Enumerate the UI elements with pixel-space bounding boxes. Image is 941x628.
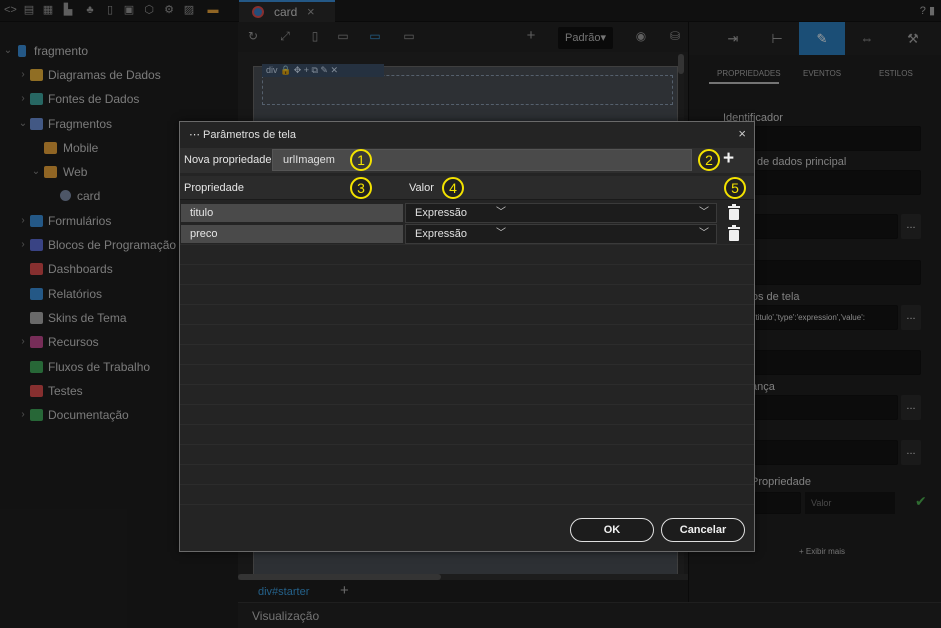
chevron-down-icon[interactable]: ﹀	[699, 204, 709, 222]
property-name[interactable]: preco	[181, 225, 403, 243]
callout-3: 3	[350, 177, 372, 199]
callout-1: 1	[350, 149, 372, 171]
empty-grid	[180, 244, 754, 514]
chevron-down-icon[interactable]: ﹀	[496, 225, 506, 243]
chevron-down-icon[interactable]: ﹀	[699, 225, 709, 243]
value-type: Expressão	[415, 228, 467, 240]
cancelar-button[interactable]: Cancelar	[661, 518, 745, 542]
trash-icon[interactable]	[728, 204, 740, 220]
add-property-button[interactable]: +	[723, 149, 734, 169]
trash-icon[interactable]	[728, 225, 740, 241]
property-name[interactable]: titulo	[181, 204, 403, 222]
nova-propriedade-input[interactable]	[272, 149, 692, 171]
callout-5: 5	[724, 177, 746, 199]
app-window: <> ▤ ▦ ▙ ♣ ▯ ▣ ⬡ ⚙ ▨ ▬ card × ? ▮ ⌄ frag…	[0, 0, 941, 628]
callout-4: 4	[442, 177, 464, 199]
chevron-down-icon[interactable]: ﹀	[496, 204, 506, 222]
value-type: Expressão	[415, 207, 467, 219]
callout-2: 2	[698, 149, 720, 171]
nova-propriedade-label: Nova propriedade	[184, 154, 272, 166]
table-row: titulo Expressão ﹀ ﹀	[180, 203, 754, 223]
property-value-select[interactable]: Expressão ﹀ ﹀	[405, 203, 717, 223]
table-header: Propriedade Valor	[180, 176, 754, 200]
ok-button[interactable]: OK	[570, 518, 654, 542]
header-valor: Valor	[409, 182, 434, 194]
dialog-title: ⋯ Parâmetros de tela	[189, 129, 296, 141]
property-value-select[interactable]: Expressão ﹀ ﹀	[405, 224, 717, 244]
parametros-dialog: ⋯ Parâmetros de tela × Nova propriedade …	[179, 121, 755, 552]
nova-propriedade-row: Nova propriedade +	[180, 148, 754, 173]
header-propriedade: Propriedade	[184, 182, 244, 194]
close-icon[interactable]: ×	[738, 126, 746, 141]
table-row: preco Expressão ﹀ ﹀	[180, 224, 754, 244]
